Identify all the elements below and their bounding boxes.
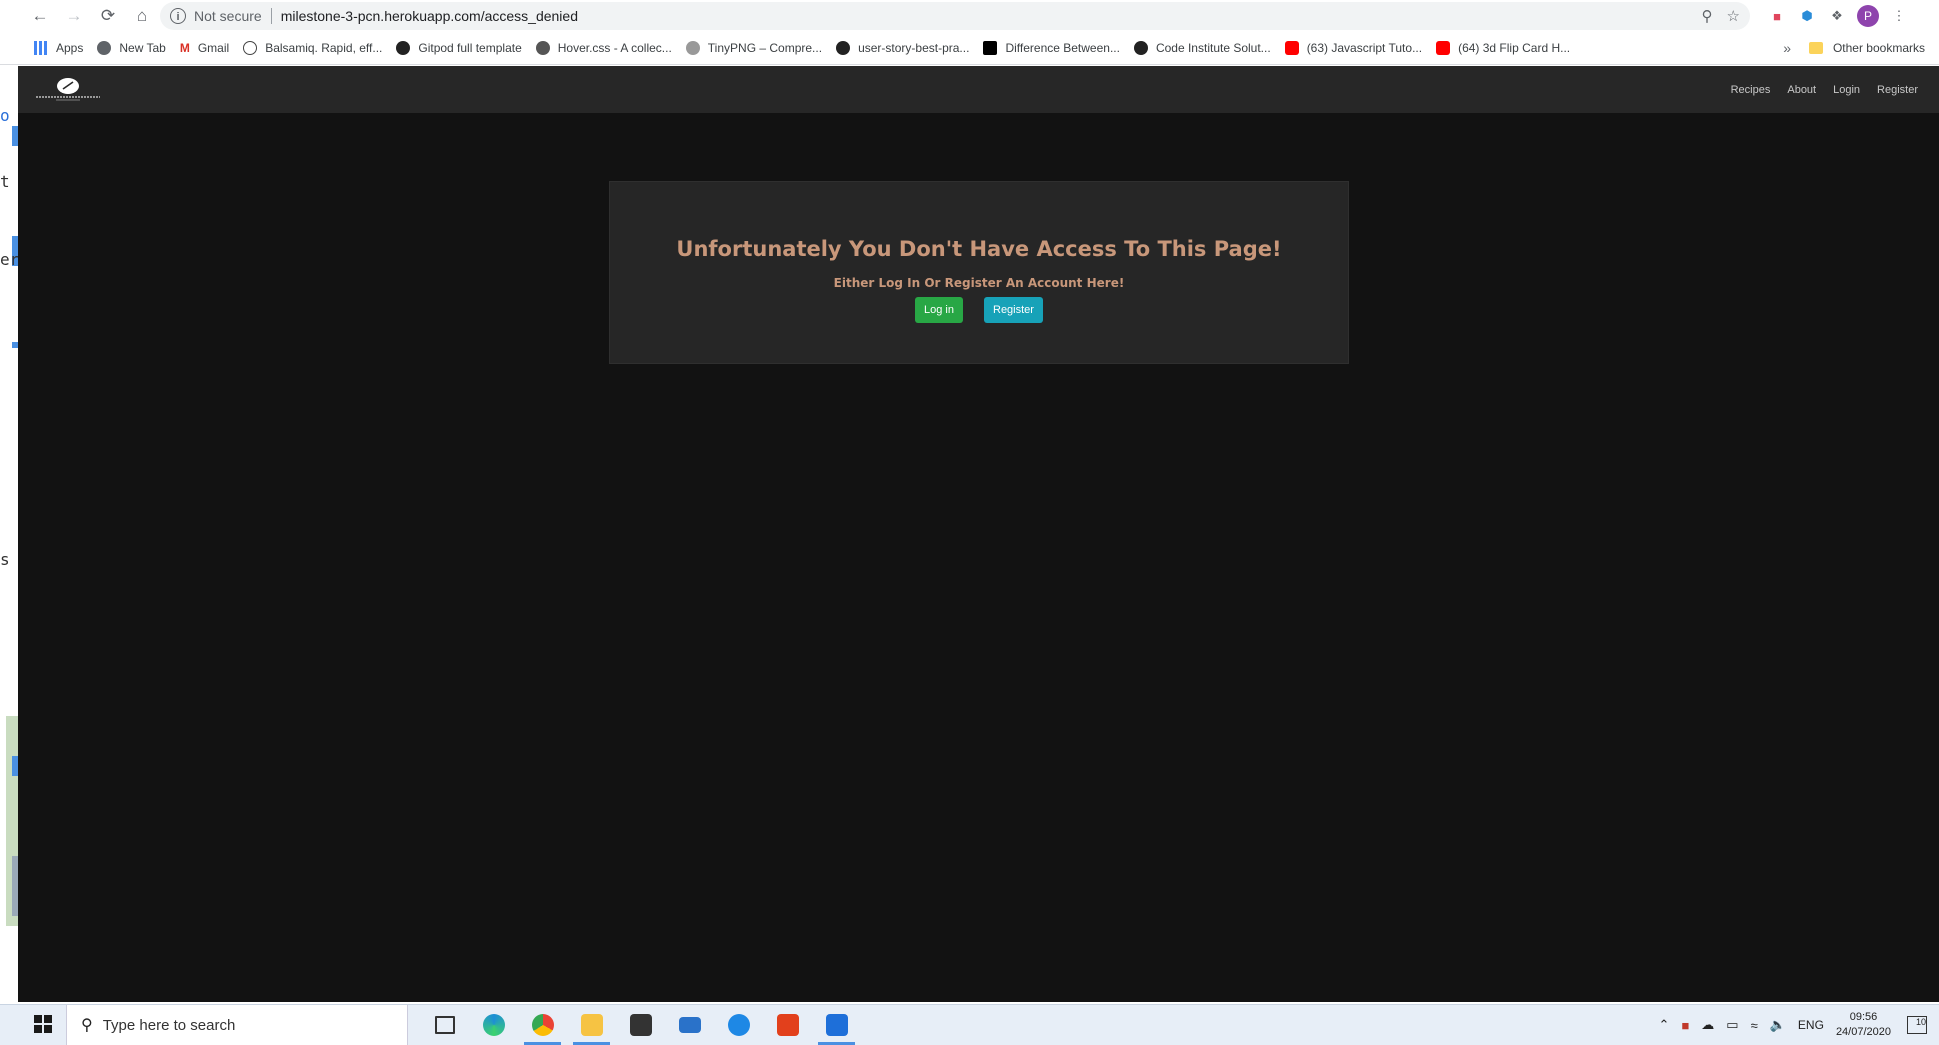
clock[interactable]: 09:56 24/07/2020	[1836, 1010, 1891, 1040]
extension-pocket-icon[interactable]: ■	[1767, 6, 1787, 26]
bookmark-gitpod[interactable]: Gitpod full template	[396, 41, 522, 55]
zoom-icon[interactable]: ⚲	[1702, 7, 1713, 25]
bookmark-gmail[interactable]: M Gmail	[180, 41, 229, 55]
clock-date: 24/07/2020	[1835, 1026, 1891, 1038]
nav-link-recipes[interactable]: Recipes	[1731, 84, 1771, 96]
background-window-edge: o t er s	[0, 66, 19, 1002]
task-view-icon[interactable]	[420, 1005, 469, 1045]
bookmark-difference[interactable]: Difference Between...	[983, 41, 1120, 55]
chevron-up-icon[interactable]: ⌃	[1659, 1017, 1670, 1033]
gift-icon[interactable]: ■	[1681, 1018, 1689, 1033]
divider	[270, 8, 272, 24]
cortana-icon[interactable]	[714, 1005, 763, 1045]
security-label: Not secure	[194, 8, 262, 24]
site-nav-links: Recipes About Login Register	[1731, 66, 1918, 113]
github-icon	[396, 41, 411, 55]
balsamiq-icon	[243, 41, 258, 55]
wifi-icon[interactable]: ≈	[1751, 1018, 1758, 1033]
windows-taskbar: ⚲ Type here to search ⌃ ■ ☁ ▭ ≈ 🔈 ENG 09…	[0, 1004, 1939, 1045]
gmail-icon: M	[179, 41, 190, 55]
sliver-text: er	[0, 250, 19, 269]
webpage: Recipes About Login Register Unfortunate…	[18, 66, 1939, 1002]
taskbar-search-box[interactable]: ⚲ Type here to search	[66, 1005, 408, 1045]
more-bookmarks-chevron-icon[interactable]: »	[1783, 40, 1791, 56]
bookmark-star-icon[interactable]: ☆	[1727, 7, 1740, 25]
sliver-text: s	[0, 550, 10, 569]
youtube-icon	[1284, 41, 1299, 55]
office-icon[interactable]	[763, 1005, 812, 1045]
github-icon	[836, 41, 851, 55]
chrome-icon[interactable]	[518, 1005, 567, 1045]
auth-buttons: Log in Register	[610, 297, 1348, 323]
sliver-text: o	[0, 106, 10, 125]
access-denied-heading: Unfortunately You Don't Have Access To T…	[676, 237, 1282, 261]
globe-icon	[535, 41, 550, 55]
folder-icon	[1808, 42, 1823, 54]
register-button[interactable]: Register	[984, 297, 1043, 323]
store-icon[interactable]	[616, 1005, 665, 1045]
edge-icon[interactable]	[469, 1005, 518, 1045]
nav-link-login[interactable]: Login	[1833, 84, 1860, 96]
login-button[interactable]: Log in	[915, 297, 963, 323]
file-explorer-icon[interactable]	[567, 1005, 616, 1045]
address-bar[interactable]: i Not secure milestone-3-pcn.herokuapp.c…	[160, 2, 1750, 30]
globe-icon	[97, 41, 112, 55]
notification-icon[interactable]: 10	[1907, 1016, 1927, 1034]
bookmark-balsamiq[interactable]: Balsamiq. Rapid, eff...	[243, 41, 382, 55]
url-text[interactable]: milestone-3-pcn.herokuapp.com/access_den…	[281, 8, 578, 24]
youtube-icon	[1436, 41, 1451, 55]
mail-icon[interactable]	[665, 1005, 714, 1045]
bookmark-new-tab[interactable]: New Tab	[97, 41, 166, 55]
nav-link-register[interactable]: Register	[1877, 84, 1918, 96]
site-logo[interactable]	[32, 76, 104, 102]
panda-icon	[685, 41, 700, 55]
extension-shield-icon[interactable]: ⬢	[1797, 6, 1817, 26]
apps-grid-icon	[34, 41, 48, 55]
taskbar-apps	[420, 1005, 861, 1045]
volume-icon[interactable]: 🔈	[1770, 1017, 1786, 1033]
snip-icon[interactable]	[812, 1005, 861, 1045]
reload-icon[interactable]: ⟳	[94, 2, 122, 30]
nav-link-about[interactable]: About	[1787, 84, 1816, 96]
github-icon	[1133, 41, 1148, 55]
home-icon[interactable]: ⌂	[128, 2, 156, 30]
system-tray: ⌃ ■ ☁ ▭ ≈ 🔈 ENG 09:56 24/07/2020 10	[1659, 1005, 1939, 1045]
forward-arrow-icon[interactable]: →	[60, 2, 88, 30]
other-bookmarks[interactable]: Other bookmarks	[1808, 41, 1925, 55]
search-icon: ⚲	[81, 1017, 93, 1034]
browser-toolbar: ← → ⟳ ⌂ i Not secure milestone-3-pcn.her…	[0, 0, 1939, 32]
sliver-text: t	[0, 172, 10, 191]
dev-icon	[983, 41, 998, 55]
site-navbar: Recipes About Login Register	[18, 66, 1939, 113]
battery-icon[interactable]: ▭	[1726, 1017, 1738, 1033]
bookmark-javascript-tutorial[interactable]: (63) Javascript Tuto...	[1284, 41, 1422, 55]
info-icon[interactable]: i	[170, 8, 186, 24]
access-denied-card: Unfortunately You Don't Have Access To T…	[609, 181, 1349, 364]
bookmark-flip-card[interactable]: (64) 3d Flip Card H...	[1436, 41, 1570, 55]
language-indicator[interactable]: ENG	[1798, 1018, 1824, 1032]
menu-dots-icon[interactable]: ⋮	[1889, 6, 1909, 26]
windows-start-icon[interactable]	[34, 1015, 52, 1033]
bookmark-code-institute[interactable]: Code Institute Solut...	[1133, 41, 1271, 55]
taskbar-search-placeholder: Type here to search	[102, 1016, 236, 1034]
cloud-icon[interactable]: ☁	[1701, 1017, 1714, 1033]
access-denied-subheading: Either Log In Or Register An Account Her…	[833, 276, 1125, 290]
back-arrow-icon[interactable]: ←	[26, 2, 54, 30]
bookmark-hover-css[interactable]: Hover.css - A collec...	[535, 41, 672, 55]
bookmark-user-story[interactable]: user-story-best-pra...	[836, 41, 969, 55]
bookmark-apps[interactable]: Apps	[34, 41, 83, 55]
bookmarks-bar: Apps New Tab M Gmail Balsamiq. Rapid, eff…	[0, 32, 1939, 65]
clock-time: 09:56	[1849, 1011, 1878, 1023]
extensions-puzzle-icon[interactable]: ❖	[1827, 6, 1847, 26]
bookmark-tinypng[interactable]: TinyPNG – Compre...	[685, 41, 822, 55]
profile-avatar[interactable]: P	[1857, 5, 1879, 27]
